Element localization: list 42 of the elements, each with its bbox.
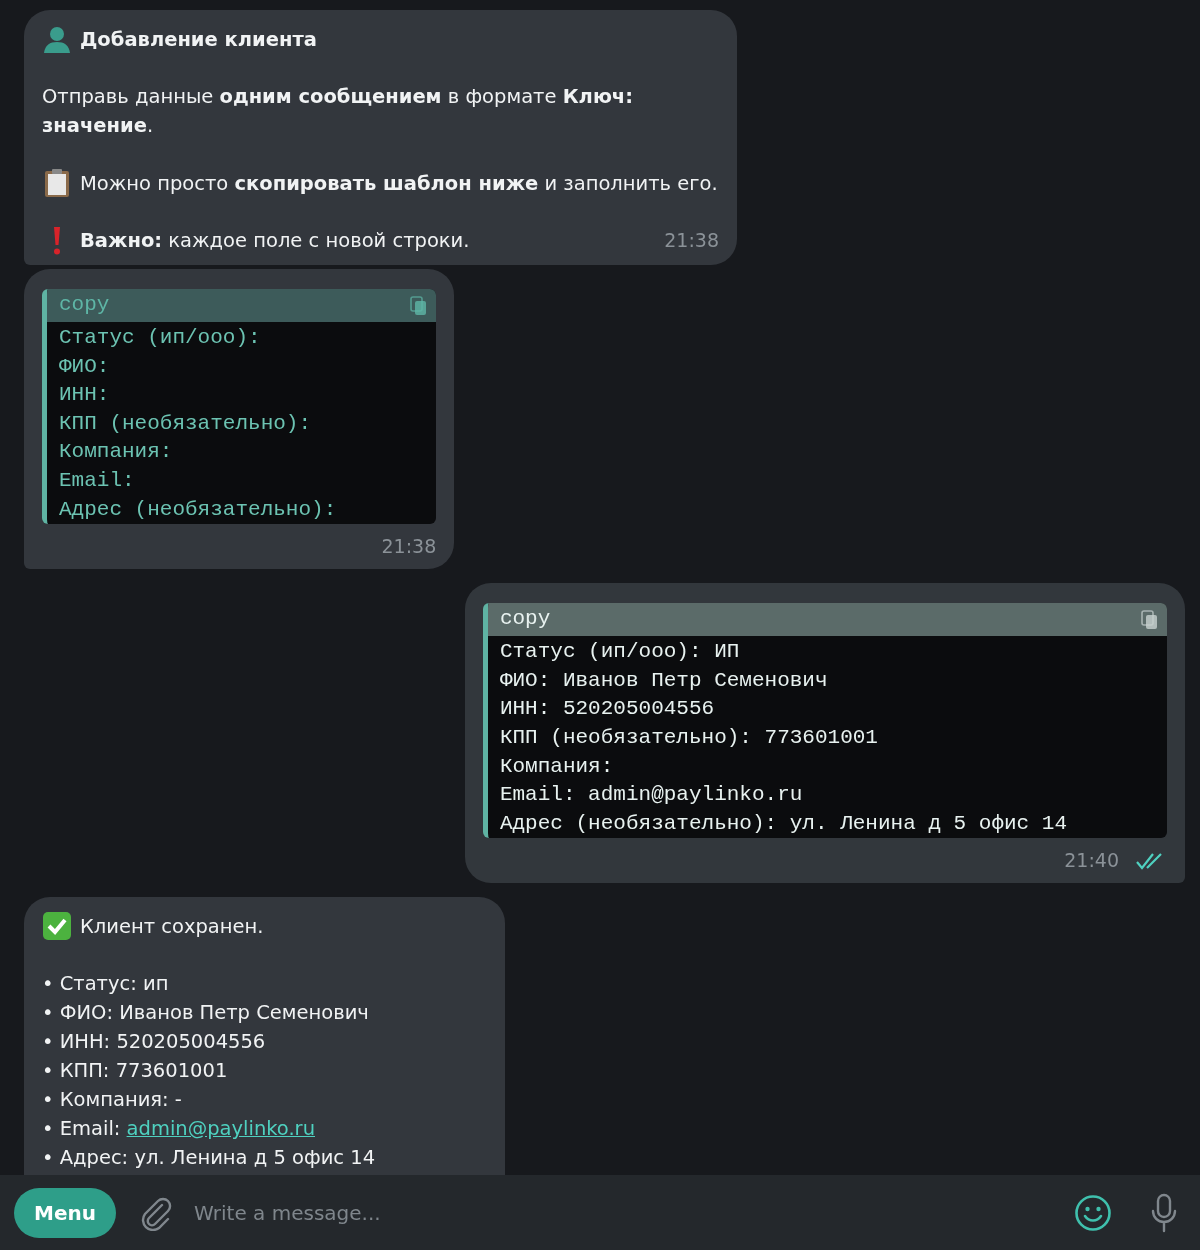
exclamation-icon	[53, 226, 61, 255]
code-language-label: copy	[499, 606, 551, 633]
checkbox-icon	[42, 911, 72, 942]
list-item-text: • Компания: -	[42, 1087, 183, 1114]
smiley-icon[interactable]	[1074, 1193, 1112, 1232]
code-line: ФИО: Иванов Петр Семенович	[499, 667, 829, 694]
message-time: 21:38	[381, 534, 437, 560]
code-line: ИНН: 520205004556	[499, 696, 716, 723]
code-line: Компания:	[59, 439, 174, 466]
code-line: Адрес (необязательно):	[59, 496, 337, 523]
message-time: 21:40	[1064, 848, 1119, 874]
clipboard-icon	[42, 168, 72, 198]
code-line: Статус (ип/ооо):	[59, 325, 262, 351]
code-line: ФИО:	[59, 353, 111, 380]
code-line: Email:	[59, 467, 136, 494]
list-item-text: • Адрес: ул. Ленина д 5 офис 14	[42, 1145, 377, 1172]
code-language-label: copy	[59, 292, 110, 319]
code-line: Компания:	[499, 753, 615, 780]
message-text: Добавление клиента	[80, 26, 317, 53]
message-time: 21:38	[663, 228, 719, 253]
code-line: Email: admin@paylinko.ru	[499, 782, 804, 809]
message-text: Отправь данные одним сообщением в формате Ключ: значение.	[42, 84, 635, 139]
person-icon	[42, 24, 72, 54]
code-line: Адрес (необязательно): ул. Ленина д 5 офис 14	[499, 810, 1067, 837]
email-link[interactable]: admin@paylinko.ru	[126, 1117, 315, 1141]
message-composer[interactable]: Menu Write a message...	[0, 1175, 1200, 1250]
code-line: Статус (ип/ооо): ИП	[499, 639, 741, 666]
code-line: КПП (необязательно): 773601001	[499, 724, 879, 751]
microphone-icon[interactable]	[1150, 1192, 1178, 1233]
code-line: ИНН:	[59, 382, 111, 409]
menu-button[interactable]: Menu	[14, 1187, 116, 1238]
list-item-text: • ИНН: 520205004556	[42, 1029, 267, 1056]
list-item-text: • Статус: ип	[42, 971, 170, 998]
message-text: Клиент сохранен.	[80, 913, 264, 940]
copy-icon[interactable]	[410, 295, 429, 316]
list-item-text: • КПП: 773601001	[42, 1058, 229, 1085]
copy-icon[interactable]	[1141, 609, 1159, 630]
code-line: КПП (необязательно):	[59, 410, 313, 437]
message-text: Важно: каждое поле с новой строки.	[80, 228, 470, 254]
message-text: Можно просто скопировать шаблон ниже и заполнить его.	[80, 170, 718, 197]
list-item-text: • ФИО: Иванов Петр Семенович	[42, 1000, 370, 1027]
list-item-text: • Email: admin@paylinko.ru	[42, 1116, 316, 1143]
